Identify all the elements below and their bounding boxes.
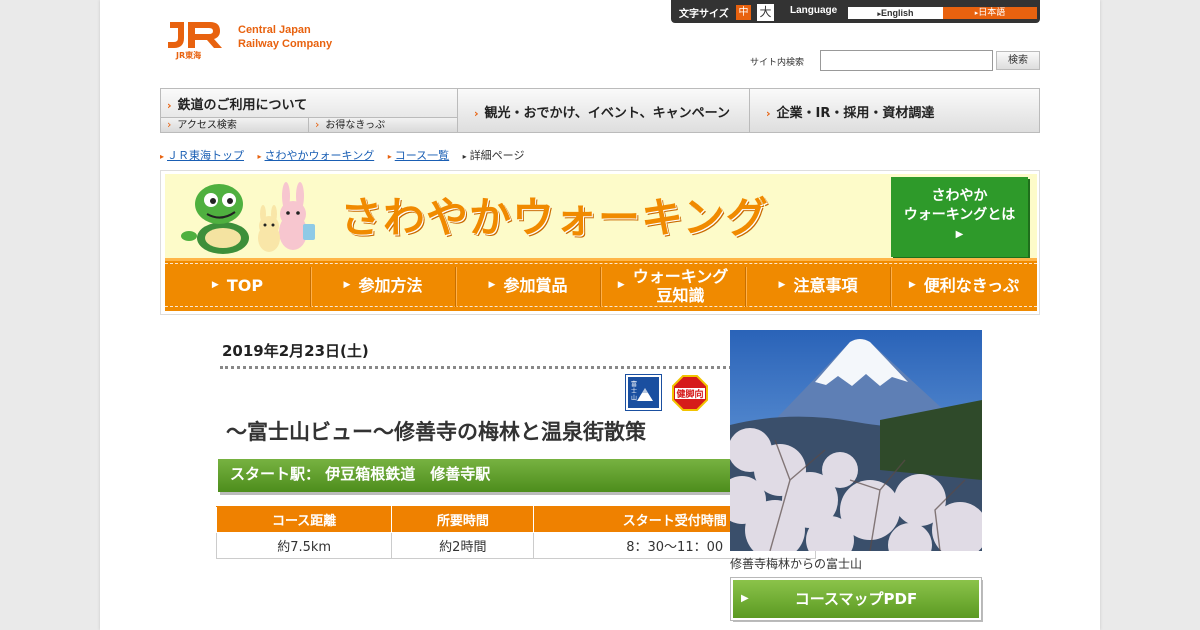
tab-how-to-join-label: 参加方法 (358, 276, 423, 295)
jr-sub-label: JR東海 (176, 51, 202, 60)
nav-access-search[interactable]: › アクセス検索 (161, 117, 308, 132)
svg-text:士: 士 (631, 387, 637, 395)
nav-tourism[interactable]: › 観光・おでかけ、イベント、キャンペーン (458, 89, 749, 132)
course-info-table: コース距離 所要時間 スタート受付時間 約7.5km 約2時間 8：30～11：… (215, 506, 816, 559)
tab-prizes[interactable]: ▶ 参加賞品 (456, 265, 600, 306)
arrow-right-icon: ▶ (617, 280, 625, 290)
walking-tabs: ▶ TOP ▶ 参加方法 ▶ 参加賞品 ▶ ウォーキング 豆知識 ▶ 注意事項 ▶ 便利なきっ… (165, 258, 1037, 311)
jr-logo-icon (168, 22, 222, 48)
course-map-pdf-button[interactable]: ▶ コースマップPDF (730, 577, 982, 621)
language-english-link[interactable]: ▸English (848, 7, 943, 19)
tab-useful-tickets-label: 便利なきっぷ (923, 276, 1020, 295)
language-japanese-link[interactable]: ▸日本語 (943, 7, 1037, 19)
breadcrumb-walking[interactable]: さわやかウォーキング (265, 149, 375, 162)
tab-walking-tips[interactable]: ▶ ウォーキング 豆知識 (601, 265, 745, 306)
header-distance: コース距離 (215, 506, 393, 533)
walking-title: さわやかウォーキング (340, 193, 769, 242)
nav-access-search-label: アクセス検索 (177, 120, 237, 131)
nav-discount-tickets-label: お得なきっぷ (325, 120, 386, 131)
company-line-1: Central Japan (238, 24, 311, 36)
arrow-right-icon: ▶ (211, 280, 219, 290)
tab-notes-label: 注意事項 (793, 276, 858, 295)
breadcrumb-course-list[interactable]: コース一覧 (395, 149, 449, 162)
tab-how-to-join[interactable]: ▶ 参加方法 (311, 265, 455, 306)
event-date: 2019年2月23日(土) (222, 342, 369, 360)
about-line-1: さわやか (931, 188, 988, 204)
tab-dashed-line (165, 306, 1037, 307)
font-size-medium-button[interactable]: 中 (736, 5, 751, 20)
arrow-right-icon: ▶ (741, 593, 749, 604)
global-nav: › 鉄道のご利用について › アクセス検索 › お得なきっぷ › 観光・おでかけ、イベン… (160, 88, 1040, 133)
company-name: Central Japan Railway Company (238, 23, 332, 51)
about-line-2: ウォーキングとは (903, 207, 1016, 223)
value-distance: 約7.5km (215, 532, 393, 559)
course-map-pdf-label: コースマップPDF (794, 590, 918, 608)
breadcrumb: ▸ ＪＲ東海トップ ▸ さわやかウォーキング ▸ コース一覧 ▸ 詳細ページ (160, 147, 534, 163)
language-label: Language (790, 5, 838, 16)
tab-prizes-label: 参加賞品 (503, 276, 568, 295)
chevron-right-icon: › (167, 118, 172, 131)
advanced-walkers-badge-icon: 健脚向 (672, 375, 708, 411)
svg-text:富: 富 (631, 380, 637, 388)
fuji-view-badge-icon: 富 士 山 (625, 374, 662, 411)
arrow-right-icon: ▸ (462, 152, 467, 161)
arrow-right-icon: ▸ (160, 152, 165, 161)
mascot-characters-icon (181, 182, 315, 254)
course-title: ～富士山ビュー～修善寺の梅林と温泉街散策 (226, 420, 646, 444)
dotted-divider (220, 366, 810, 369)
walking-banner: さわやかウォーキング さわやか ウォーキングとは ▶ (165, 174, 1037, 258)
chevron-right-icon: › (766, 107, 771, 120)
page: JR東海 Central Japan Railway Company 文字サイズ… (100, 0, 1100, 630)
nav-railway-usage-label: › 鉄道のご利用について (167, 98, 308, 113)
breadcrumb-current: 詳細ページ (469, 149, 525, 162)
site-search-label: サイト内検索 (750, 58, 805, 68)
english-label: English (881, 8, 914, 18)
tab-dashed-line (165, 263, 1037, 264)
nav-discount-tickets[interactable]: › お得なきっぷ (308, 117, 457, 132)
arrow-right-icon: ▶ (955, 229, 964, 240)
search-button[interactable]: 検索 (996, 51, 1040, 70)
font-size-large-button[interactable]: 大 (757, 4, 774, 21)
table-row: 約7.5km 約2時間 8：30～11：00 (215, 532, 816, 559)
value-duration: 約2時間 (391, 532, 535, 559)
company-line-2: Railway Company (238, 38, 333, 50)
chevron-right-icon: › (315, 118, 320, 131)
nav-corporate-label: › 企業・IR・採用・資材調達 (766, 106, 935, 121)
course-photo (730, 330, 982, 551)
svg-text:山: 山 (631, 394, 637, 402)
arrow-right-icon: ▶ (908, 280, 916, 290)
arrow-right-icon: ▶ (343, 280, 351, 290)
start-station-label: スタート駅： 伊豆箱根鉄道 修善寺駅 (230, 465, 491, 483)
arrow-right-icon: ▸ (257, 152, 262, 161)
table-header-row: コース距離 所要時間 スタート受付時間 (215, 506, 816, 533)
tab-useful-tickets[interactable]: ▶ 便利なきっぷ (891, 265, 1037, 306)
arrow-right-icon: ▸ (387, 152, 392, 161)
breadcrumb-jr-top[interactable]: ＪＲ東海トップ (167, 149, 244, 162)
header-duration: 所要時間 (391, 506, 535, 533)
walking-hero: さわやかウォーキング さわやか ウォーキングとは ▶ ▶ TOP ▶ 参加方法 ▶ 参… (160, 170, 1040, 315)
start-station-bar: スタート駅： 伊豆箱根鉄道 修善寺駅 (218, 459, 816, 492)
tab-notes[interactable]: ▶ 注意事項 (746, 265, 890, 306)
tab-walking-tips-label: ウォーキング 豆知識 (632, 266, 729, 305)
photo-caption: 修善寺梅林からの富士山 (730, 557, 863, 571)
tab-top[interactable]: ▶ TOP (165, 265, 310, 306)
chevron-right-icon: › (474, 107, 479, 120)
about-walking-button[interactable]: さわやか ウォーキングとは ▶ (891, 177, 1028, 257)
nav-tourism-label: › 観光・おでかけ、イベント、キャンペーン (474, 106, 730, 121)
nav-railway-usage[interactable]: › 鉄道のご利用について › アクセス検索 › お得なきっぷ (161, 89, 457, 132)
utility-bar: 文字サイズ 中 大 Language ▸English ▸日本語 (671, 0, 1040, 23)
chevron-right-icon: › (167, 99, 172, 112)
site-search-input[interactable] (820, 50, 993, 71)
tab-top-label: TOP (226, 276, 264, 295)
arrow-right-icon: ▶ (488, 280, 496, 290)
japanese-label: 日本語 (978, 8, 1006, 18)
svg-text:健脚向: 健脚向 (676, 388, 703, 400)
font-size-label: 文字サイズ (679, 9, 729, 20)
nav-corporate[interactable]: › 企業・IR・採用・資材調達 (750, 89, 1039, 132)
arrow-right-icon: ▶ (778, 280, 786, 290)
jr-central-logo[interactable]: JR東海 Central Japan Railway Company (166, 18, 356, 62)
